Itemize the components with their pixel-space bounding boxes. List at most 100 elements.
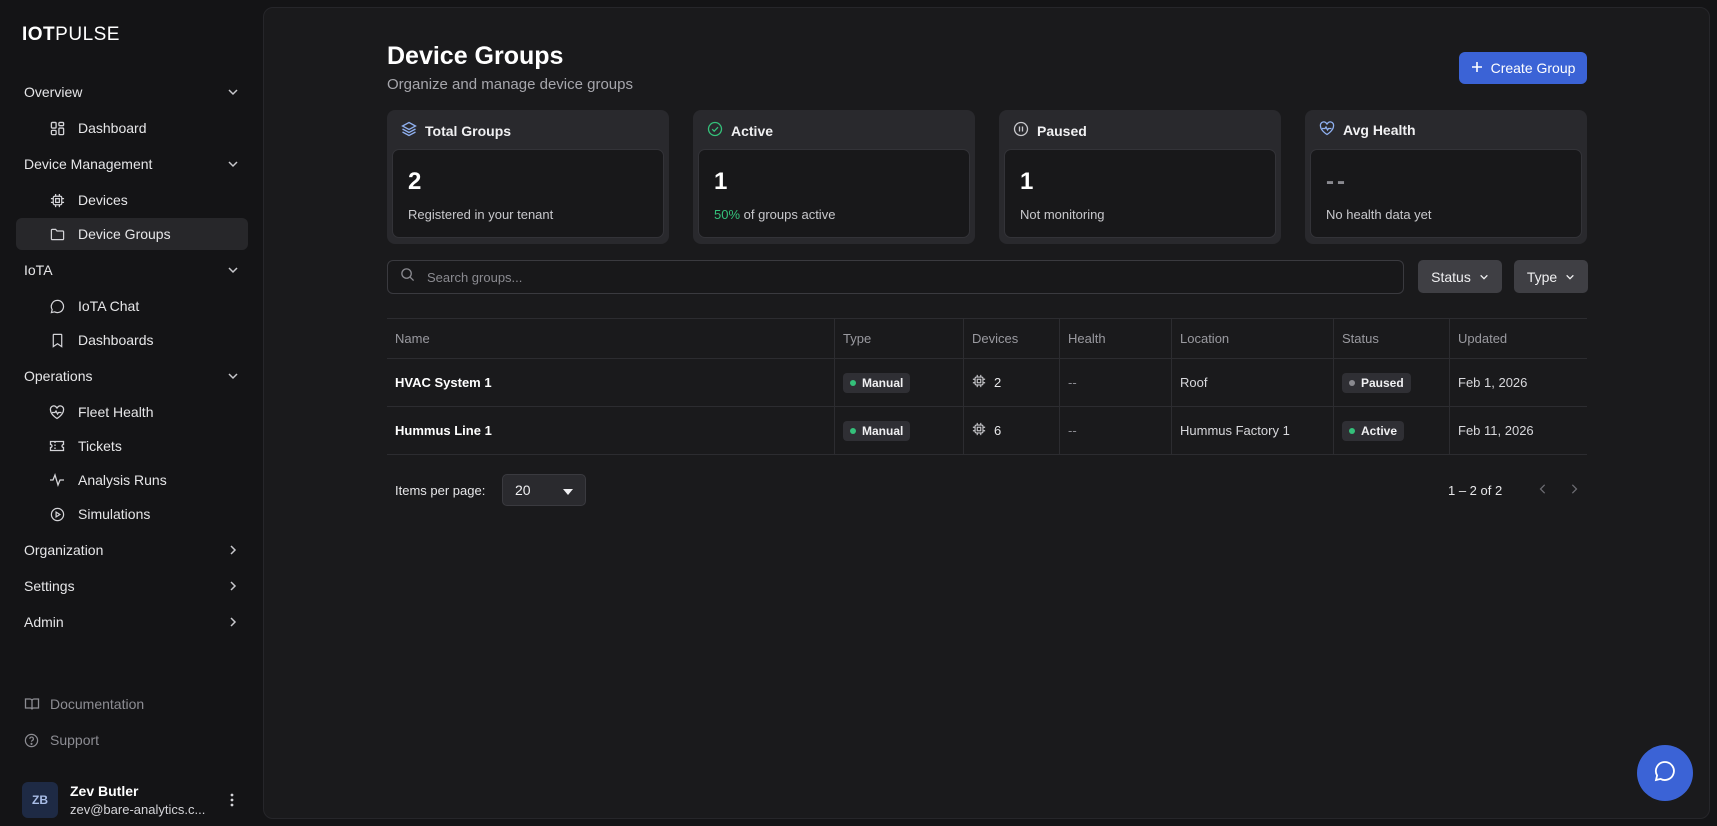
help-circle-icon [24, 731, 42, 749]
nav-section-iota[interactable]: IoTA [16, 252, 248, 288]
create-group-button[interactable]: Create Group [1459, 52, 1587, 84]
stat-body: -- No health data yet [1310, 149, 1582, 238]
updated-cell: Feb 1, 2026 [1458, 375, 1528, 390]
stat-label: Total Groups [425, 122, 512, 139]
sidebar-item-iota-chat[interactable]: IoTA Chat [16, 290, 248, 322]
user-profile[interactable]: ZB Zev Butler zev@bare-analytics.c... [22, 782, 240, 818]
user-info: Zev Butler zev@bare-analytics.c... [70, 783, 224, 817]
chevron-down-icon [226, 85, 240, 99]
group-name[interactable]: Hummus Line 1 [387, 407, 835, 454]
type-badge: Manual [843, 372, 911, 393]
column-header-name[interactable]: Name [387, 319, 835, 358]
stat-body: 2 Registered in your tenant [392, 149, 664, 238]
main-panel: Device Groups Organize and manage device… [263, 7, 1710, 819]
stat-card-total-groups: Total Groups 2 Registered in your tenant [387, 110, 669, 244]
search-input[interactable] [425, 268, 1325, 286]
sidebar-item-dashboard[interactable]: Dashboard [16, 112, 248, 144]
type-badge: Manual [843, 420, 911, 441]
logo-light: PULSE [55, 24, 120, 45]
sidebar-item-simulations[interactable]: Simulations [16, 498, 248, 530]
next-page-button[interactable] [1564, 480, 1584, 500]
status-label: Active [1361, 423, 1398, 438]
documentation-link[interactable]: Documentation [24, 686, 144, 722]
nav-section-label: Device Management [24, 156, 153, 172]
plus-icon [1471, 60, 1483, 76]
app-logo[interactable]: IOTPULSE [22, 24, 120, 46]
play-circle-icon [48, 505, 66, 523]
health-cell: -- [1060, 359, 1172, 406]
search-box[interactable] [387, 260, 1404, 294]
column-header-health[interactable]: Health [1060, 319, 1172, 358]
stat-body: 1 50% of groups active [698, 149, 970, 238]
more-vertical-icon[interactable] [224, 793, 240, 807]
page-title: Device Groups [387, 42, 564, 70]
type-filter-button[interactable]: Type [1514, 260, 1588, 293]
items-per-page-select[interactable]: 20 [502, 474, 586, 506]
chevron-down-icon [226, 369, 240, 383]
documentation-label: Documentation [50, 696, 145, 712]
status-cell: Active [1334, 407, 1450, 454]
sidebar-item-analysis-runs[interactable]: Analysis Runs [16, 464, 248, 496]
activity-icon [48, 471, 66, 489]
support-link[interactable]: Support [24, 722, 144, 758]
sidebar-nav: Overview Dashboard Device Management Dev… [16, 74, 248, 640]
column-header-type[interactable]: Type [835, 319, 964, 358]
table-row[interactable]: HVAC System 1 Manual 2 -- Roof Paused Fe… [387, 359, 1587, 407]
ticket-icon [48, 437, 66, 455]
nav-section-overview[interactable]: Overview [16, 74, 248, 110]
device-count: 2 [994, 375, 1002, 390]
stat-card-active: Active 1 50% of groups active [693, 110, 975, 244]
group-name[interactable]: HVAC System 1 [387, 359, 835, 406]
items-per-page-label: Items per page: [395, 483, 486, 498]
stat-header: Active [707, 121, 773, 140]
sidebar-item-label: Analysis Runs [78, 472, 167, 488]
nav-section-admin[interactable]: Admin [16, 604, 248, 640]
nav-section-operations[interactable]: Operations [16, 358, 248, 394]
sidebar-item-label: IoTA Chat [78, 298, 140, 314]
sidebar-item-label: Device Groups [78, 226, 171, 242]
status-label: Paused [1361, 375, 1404, 390]
sidebar-item-label: Tickets [78, 438, 122, 454]
sidebar-item-device-groups[interactable]: Device Groups [16, 218, 248, 250]
sidebar-item-fleet-health[interactable]: Fleet Health [16, 396, 248, 428]
nav-section-device-management[interactable]: Device Management [16, 146, 248, 182]
prev-page-button[interactable] [1533, 480, 1553, 500]
location-cell: Hummus Factory 1 [1172, 407, 1334, 454]
page-range: 1 – 2 of 2 [1448, 483, 1503, 498]
stat-value: 1 [714, 168, 728, 195]
chat-fab-button[interactable] [1637, 745, 1693, 801]
table-row[interactable]: Hummus Line 1 Manual 6 -- Hummus Factory… [387, 407, 1587, 455]
type-cell: Manual [835, 359, 964, 406]
chevron-right-icon [226, 615, 240, 629]
nav-section-settings[interactable]: Settings [16, 568, 248, 604]
caret-down-icon [563, 482, 573, 498]
sidebar-item-dashboards[interactable]: Dashboards [16, 324, 248, 356]
column-header-updated[interactable]: Updated [1450, 319, 1587, 358]
sidebar-item-label: Fleet Health [78, 404, 154, 420]
chip-icon [972, 422, 986, 439]
support-label: Support [50, 732, 100, 748]
sidebar-bottom-links: Documentation Support [24, 686, 144, 758]
active-desc-text: of groups active [740, 207, 836, 222]
sidebar: IOTPULSE Overview Dashboard Device Manag… [0, 0, 262, 826]
groups-table: Name Type Devices Health Location Status… [387, 318, 1587, 455]
nav-section-organization[interactable]: Organization [16, 532, 248, 568]
stat-label: Active [731, 122, 774, 139]
type-cell: Manual [835, 407, 964, 454]
chevron-down-icon [1479, 269, 1489, 285]
column-header-location[interactable]: Location [1172, 319, 1334, 358]
page-subtitle: Organize and manage device groups [387, 76, 633, 93]
stat-label: Paused [1037, 122, 1087, 139]
chip-icon [48, 191, 66, 209]
active-percent: 50% [714, 207, 741, 222]
type-dot [850, 379, 856, 386]
stat-description: Not monitoring [1020, 207, 1105, 222]
column-header-status[interactable]: Status [1334, 319, 1450, 358]
sidebar-item-devices[interactable]: Devices [16, 184, 248, 216]
sidebar-item-tickets[interactable]: Tickets [16, 430, 248, 462]
chevron-left-icon [1539, 481, 1547, 499]
status-filter-button[interactable]: Status [1418, 260, 1502, 293]
stat-value: -- [1326, 168, 1348, 195]
column-header-devices[interactable]: Devices [964, 319, 1060, 358]
type-dot [850, 427, 856, 434]
